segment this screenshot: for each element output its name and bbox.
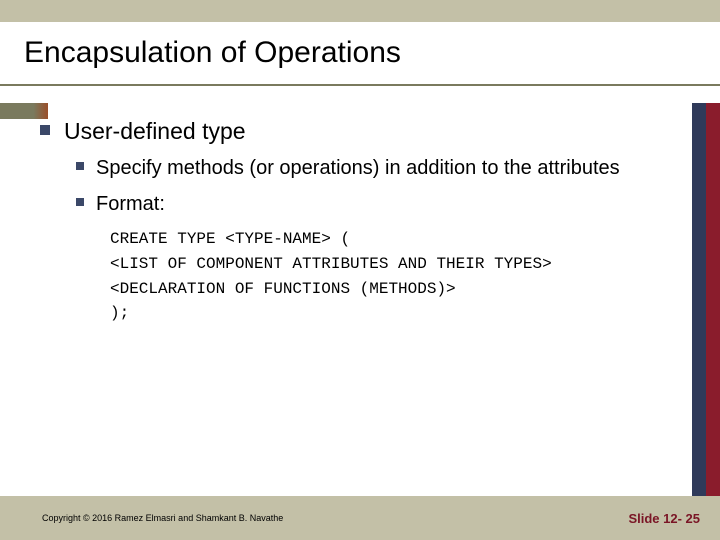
footer-bar: Copyright © 2016 Ramez Elmasri and Shamk… (0, 496, 720, 540)
content-area: User-defined type Specify methods (or op… (40, 118, 680, 480)
copyright-text: Copyright © 2016 Ramez Elmasri and Shamk… (42, 513, 283, 523)
square-bullet-icon (40, 125, 50, 135)
title-underline (0, 84, 720, 86)
bullet-level2-text: Format: (96, 191, 165, 217)
square-bullet-icon (76, 198, 84, 206)
stripe-blue (692, 103, 706, 496)
bullet-level1-text: User-defined type (64, 118, 246, 145)
bullet-level2-text: Specify methods (or operations) in addit… (96, 155, 620, 181)
bullet-level2: Format: (76, 191, 680, 217)
bullet-level1: User-defined type (40, 118, 680, 145)
title-area: Encapsulation of Operations (0, 22, 720, 80)
decor-corner (0, 103, 48, 119)
slide-title: Encapsulation of Operations (24, 36, 696, 70)
square-bullet-icon (76, 162, 84, 170)
stripe-red (706, 103, 720, 496)
slide-number: Slide 12- 25 (628, 511, 700, 526)
code-block: CREATE TYPE <TYPE-NAME> ( <LIST OF COMPO… (110, 227, 680, 326)
right-stripe (692, 103, 720, 496)
bullet-level2: Specify methods (or operations) in addit… (76, 155, 680, 181)
top-accent-bar (0, 0, 720, 22)
